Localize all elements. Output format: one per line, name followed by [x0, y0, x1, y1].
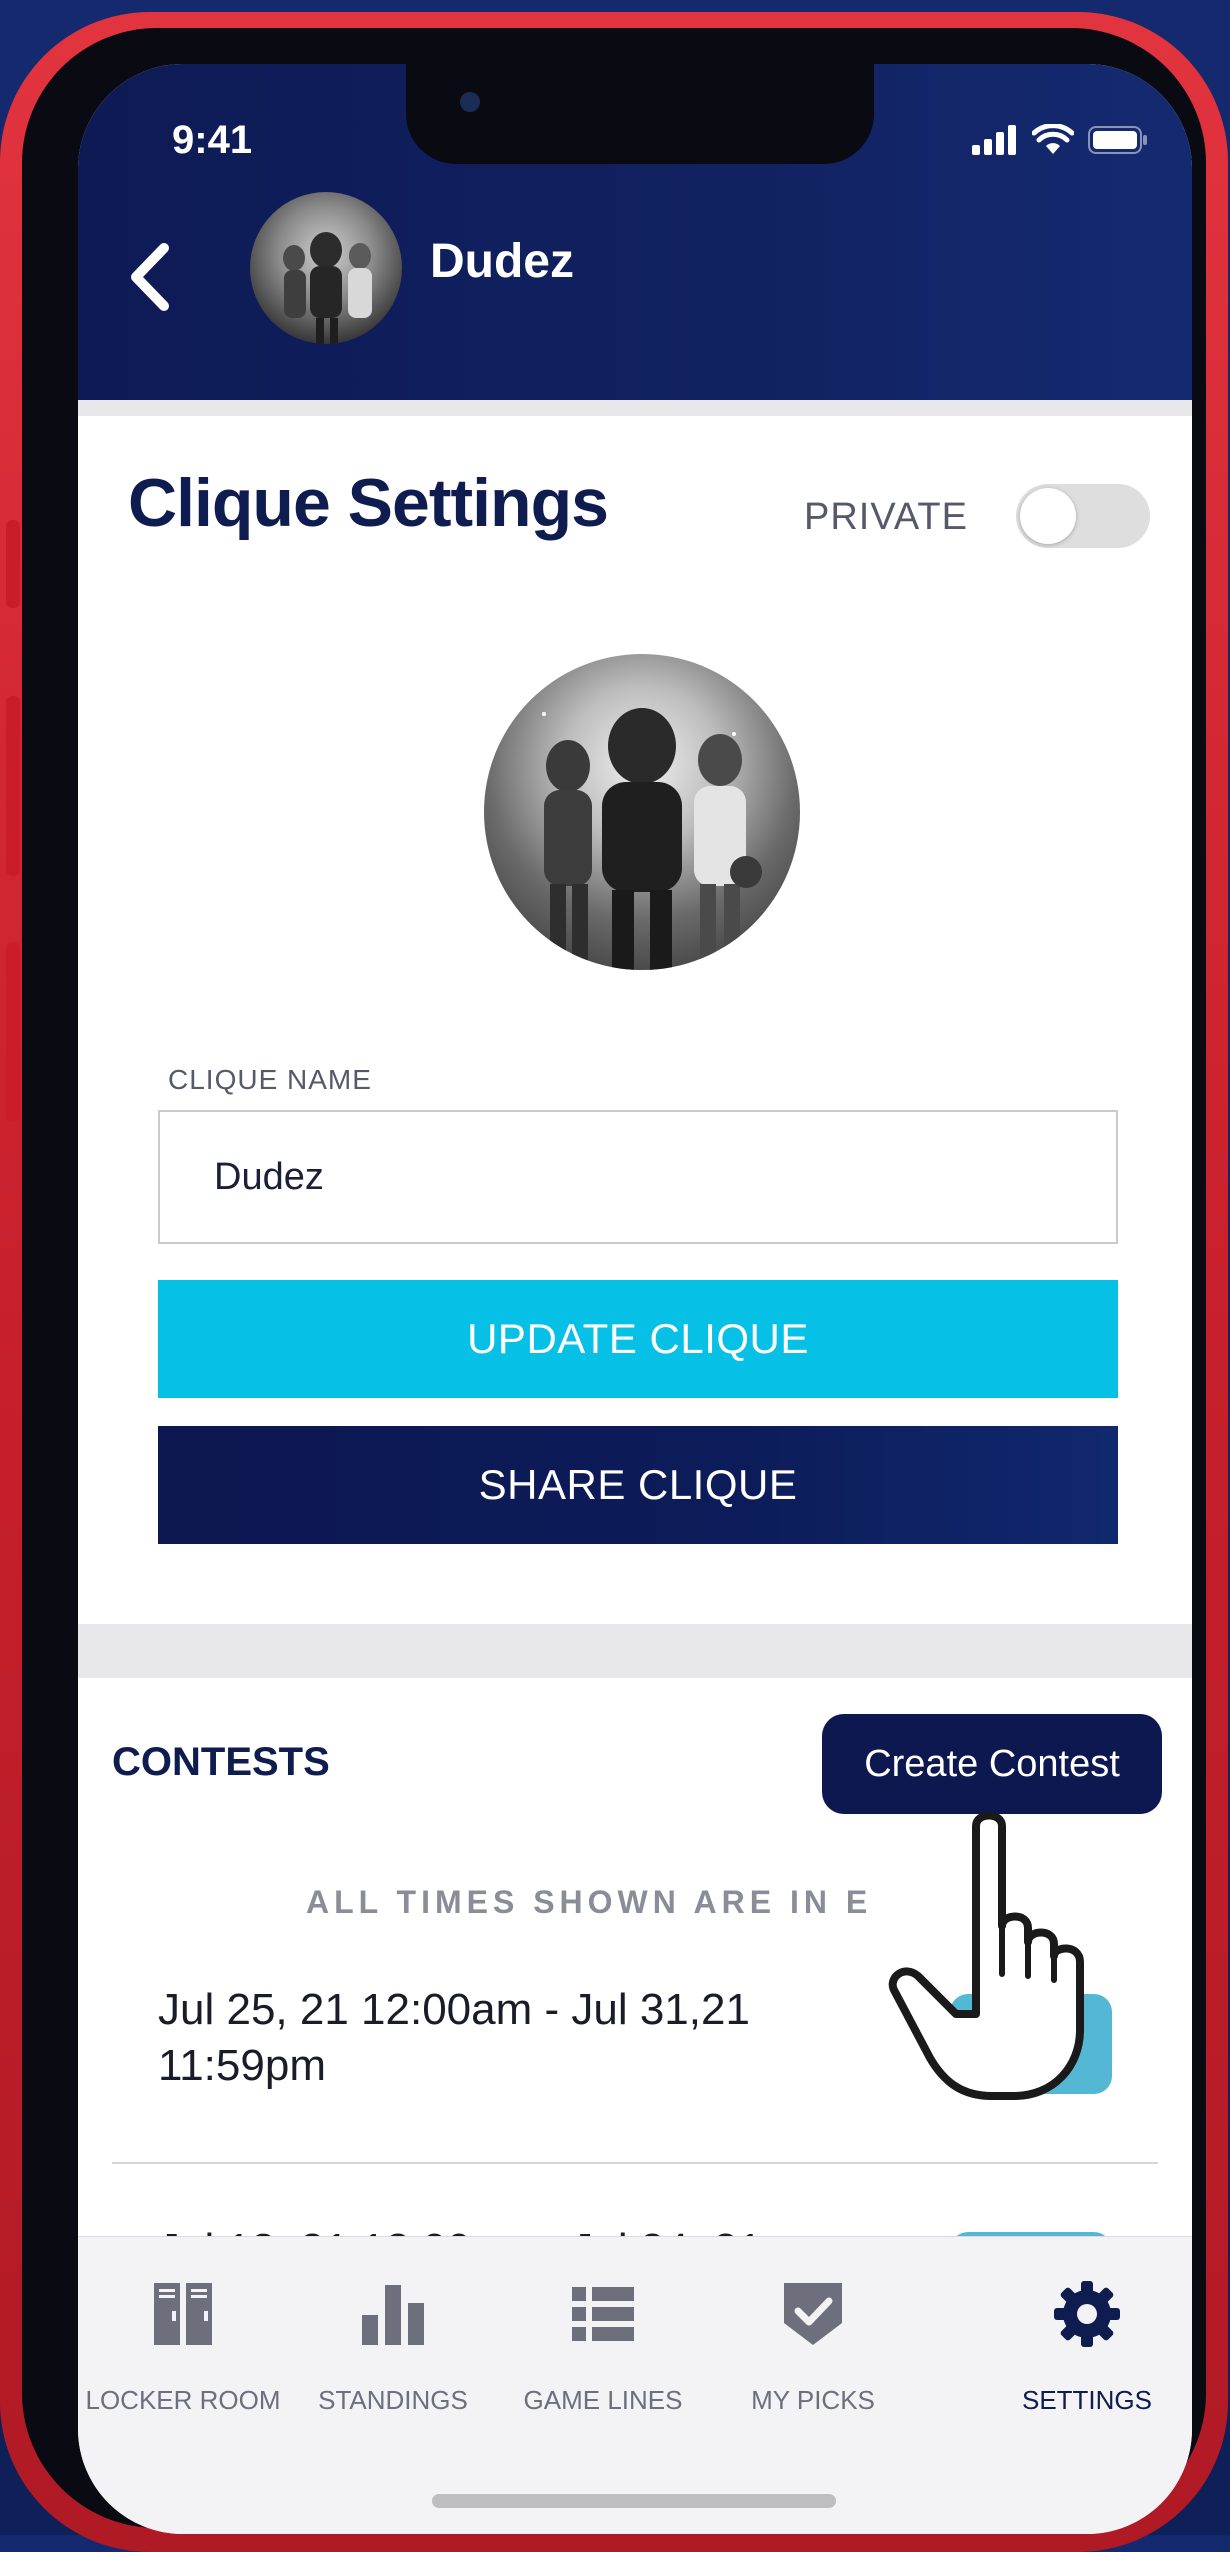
share-clique-button[interactable]: SHARE CLIQUE	[158, 1426, 1118, 1544]
notch	[406, 64, 874, 164]
header-divider	[78, 400, 1192, 416]
page-title: Clique Settings	[128, 465, 609, 541]
tab-game-lines[interactable]: GAME LINES	[498, 2237, 708, 2437]
wifi-icon	[1032, 124, 1074, 154]
mute-switch	[6, 520, 20, 608]
bottom-tab-bar: LOCKER ROOM STANDINGS GAME LINES MY PICK…	[78, 2236, 1192, 2534]
tab-label: SETTINGS	[1021, 2385, 1152, 2415]
signal-icon	[972, 125, 1016, 155]
private-label: PRIVATE	[804, 496, 968, 538]
shield-check-icon	[784, 2283, 842, 2345]
contests-heading: CONTESTS	[112, 1740, 330, 1784]
status-time: 9:41	[172, 118, 253, 162]
tab-standings[interactable]: STANDINGS	[288, 2237, 498, 2437]
locker-icon	[154, 2283, 212, 2345]
clique-name-header: Dudez	[430, 235, 574, 288]
clique-name-input[interactable]: Dudez	[158, 1110, 1118, 1244]
camera-icon	[460, 92, 480, 112]
list-divider	[112, 2162, 1158, 2164]
list-icon	[572, 2287, 634, 2341]
clique-photo[interactable]	[484, 654, 800, 970]
tab-label: MY PICKS	[751, 2385, 875, 2415]
update-clique-button[interactable]: UPDATE CLIQUE	[158, 1280, 1118, 1398]
clique-avatar	[250, 192, 402, 344]
tab-my-picks[interactable]: MY PICKS	[708, 2237, 918, 2437]
timezone-note: ALL TIMES SHOWN ARE IN E	[306, 1884, 873, 1920]
hand-pointer-icon	[888, 1811, 1084, 2100]
contest-date-range: Jul 25, 21 12:00am - Jul 31,21 11:59pm	[158, 1985, 750, 2090]
tab-locker-room[interactable]: LOCKER ROOM	[78, 2237, 288, 2437]
bar-chart-icon	[362, 2285, 424, 2345]
toggle-knob	[1020, 488, 1076, 544]
tab-settings[interactable]: SETTINGS	[982, 2237, 1192, 2437]
volume-down-button	[6, 942, 20, 1122]
battery-icon	[1088, 126, 1147, 154]
private-toggle[interactable]	[1016, 484, 1150, 548]
create-contest-button[interactable]: Create Contest	[822, 1714, 1162, 1814]
tab-label: GAME LINES	[523, 2385, 683, 2415]
clique-name-label: CLIQUE NAME	[168, 1064, 372, 1095]
section-divider	[78, 1624, 1192, 1678]
gear-icon	[1054, 2281, 1120, 2347]
back-chevron-icon[interactable]	[128, 242, 172, 312]
home-indicator	[432, 2494, 836, 2508]
tab-label: STANDINGS	[318, 2385, 468, 2415]
tab-label: LOCKER ROOM	[85, 2385, 281, 2415]
phone-screen: 9:41 Dudez Clique Settings PRIVATE CLIQU…	[78, 64, 1192, 2534]
volume-up-button	[6, 696, 20, 876]
app-header: 9:41 Dudez	[78, 64, 1192, 400]
status-icons	[972, 120, 1148, 160]
